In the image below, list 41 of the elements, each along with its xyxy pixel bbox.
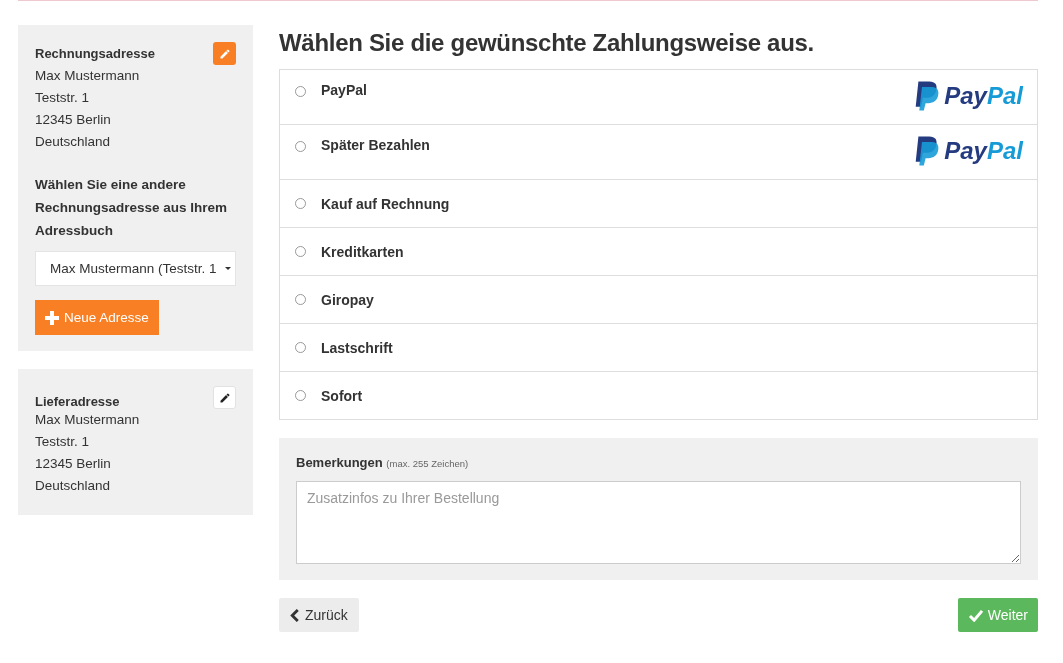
edit-billing-button[interactable] [213, 42, 236, 65]
address-line: 12345 Berlin [35, 455, 112, 473]
edit-shipping-button[interactable] [213, 386, 236, 409]
address-line: Teststr. 1 [35, 433, 91, 451]
address-line: Teststr. 1 [35, 89, 91, 107]
address-line: 12345 Berlin [35, 111, 112, 129]
radio-button[interactable] [295, 246, 306, 257]
address-line: Max Mustermann [35, 67, 141, 85]
choose-address-label: Wählen Sie eine andere Rechnungsadresse aus Ihrem Adressbuch [35, 176, 229, 240]
payment-option-label[interactable]: Sofort [321, 387, 363, 404]
remarks-field[interactable]: Zusatzinfos zu Ihrer Bestellung [296, 481, 1021, 564]
radio-button[interactable] [295, 86, 306, 97]
paypal-logo: PayPal [913, 135, 1023, 167]
chevron-left-icon [290, 608, 300, 622]
pencil-icon [218, 391, 231, 404]
check-icon [967, 608, 984, 622]
radio-button[interactable] [295, 342, 306, 353]
radio-button[interactable] [295, 294, 306, 305]
plus-icon [45, 310, 59, 325]
payment-option-label[interactable]: Lastschrift [321, 339, 393, 356]
page-heading: Wählen Sie die gewünschte Zahlungsweise aus. [279, 29, 815, 57]
payment-option-label[interactable]: PayPal [321, 82, 367, 98]
address-line: Deutschland [35, 133, 112, 151]
paypal-logo: PayPal [913, 80, 1023, 112]
address-select[interactable]: Max Mustermann (Teststr. 1 [35, 251, 236, 286]
billing-title: Rechnungsadresse [35, 46, 155, 61]
payment-option-label[interactable]: Kreditkarten [321, 243, 404, 260]
address-line: Max Mustermann [35, 411, 141, 429]
remarks-label: Bemerkungen [296, 455, 383, 470]
remarks-hint: (max. 255 Zeichen) [386, 458, 469, 469]
radio-button[interactable] [295, 198, 306, 209]
payment-option-label[interactable]: Später Bezahlen [321, 137, 430, 153]
payment-option-label[interactable]: Giropay [321, 291, 374, 308]
pencil-icon [218, 47, 231, 60]
payment-option-label[interactable]: Kauf auf Rechnung [321, 195, 450, 212]
shipping-title: Lieferadresse [35, 394, 120, 409]
caret-icon [224, 267, 231, 270]
radio-button[interactable] [295, 141, 306, 152]
address-line: Deutschland [35, 477, 112, 495]
back-button[interactable]: Zurück [279, 598, 359, 632]
radio-button[interactable] [295, 390, 306, 401]
